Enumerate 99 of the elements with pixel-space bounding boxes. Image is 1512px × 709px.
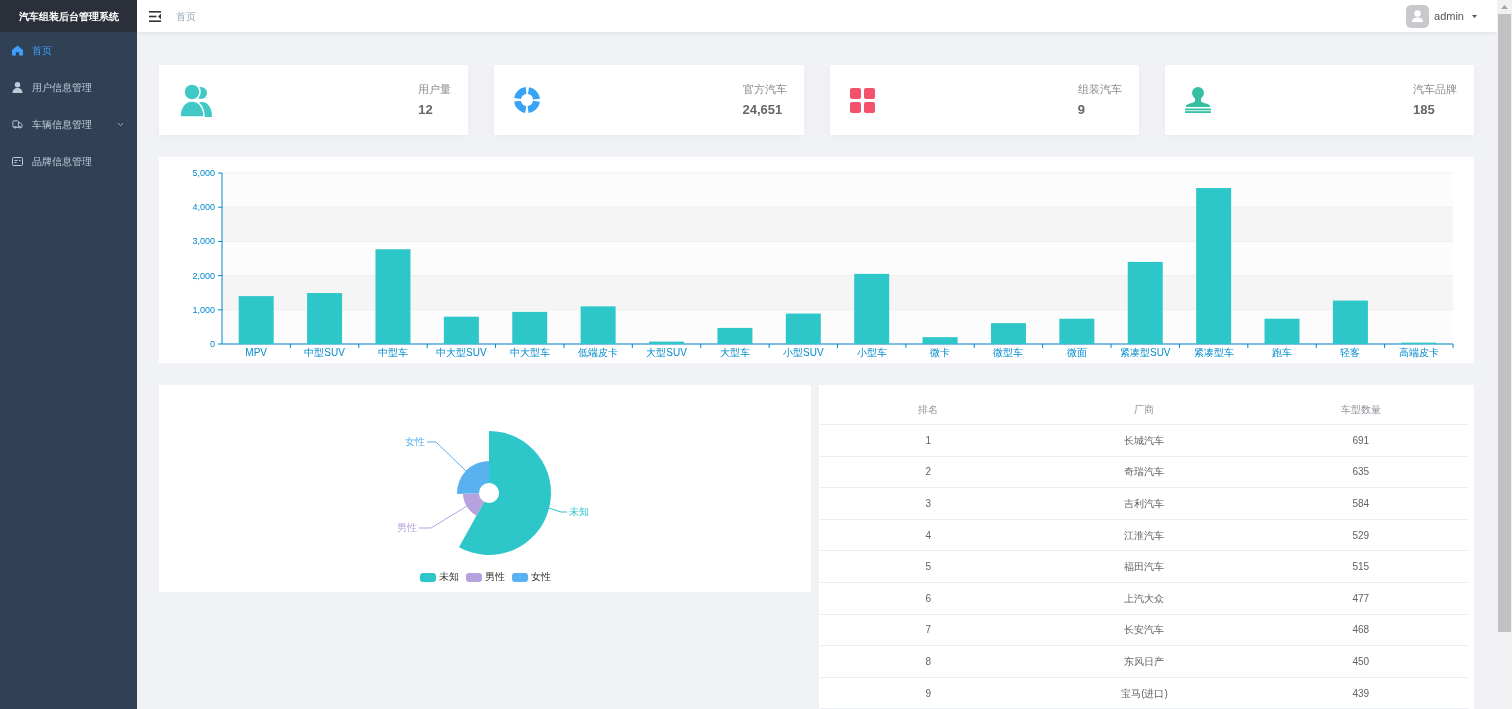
- stat-value: 185: [1413, 102, 1435, 118]
- x-category-label: 微型车: [993, 347, 1024, 358]
- table-cell-text: 8: [925, 654, 931, 669]
- table-cell-text: 奇瑞汽车: [1124, 465, 1165, 480]
- app-title: 汽车组装后台管理系统: [18, 9, 119, 24]
- sidebar-item[interactable]: 品牌信息管理: [0, 143, 137, 180]
- y-tick-label: 3,000: [192, 236, 215, 247]
- sidebar-item[interactable]: 用户信息管理: [0, 69, 137, 106]
- table-cell-text: 吉利汽车: [1124, 497, 1165, 511]
- table-cell-text: 584: [1352, 497, 1370, 511]
- bar: [922, 337, 958, 344]
- stat-label: 组装汽车: [1077, 82, 1122, 96]
- table-cell-text: 6: [925, 591, 931, 606]
- table-cell-text: 东风日产: [1124, 654, 1165, 669]
- legend-label: 男性: [484, 571, 505, 583]
- legend-label: 女性: [530, 571, 551, 583]
- chevron-down-icon: [116, 120, 125, 129]
- avatar-icon[interactable]: [1406, 4, 1430, 28]
- menu-icon[interactable]: [149, 10, 161, 22]
- table-cell-text: 1: [925, 433, 931, 448]
- table-cell-text: 7: [925, 623, 931, 638]
- table-header-cell-text: 车型数量: [1340, 403, 1381, 417]
- x-category-label: 小型SUV: [783, 347, 824, 358]
- x-category-label: 微面: [1066, 347, 1087, 358]
- caret-down-icon: [1472, 14, 1477, 18]
- x-category-label: 大型车: [719, 347, 750, 358]
- bar: [990, 323, 1026, 344]
- x-category-label: 紧凑型SUV: [1119, 347, 1171, 358]
- x-category-label: 中型车: [377, 347, 408, 358]
- user-dropdown[interactable]: admin: [1434, 7, 1477, 25]
- bar: [1059, 318, 1095, 344]
- sidebar-item[interactable]: 首页: [0, 32, 137, 69]
- bar: [307, 293, 343, 344]
- x-category-label: 紧凑型车: [1193, 347, 1234, 358]
- stat-value: 9: [1077, 102, 1085, 118]
- bar: [238, 296, 274, 344]
- scrollbar[interactable]: [1497, 0, 1512, 709]
- table-cell-text: 长城汽车: [1124, 433, 1165, 448]
- x-category-label: 低端皮卡: [578, 347, 619, 358]
- bar: [580, 306, 616, 344]
- leader-line: [418, 505, 468, 529]
- scrollbar-thumb[interactable]: [1498, 14, 1511, 632]
- y-tick-label: 2,000: [192, 270, 215, 281]
- table-cell-text: 上汽大众: [1124, 591, 1165, 606]
- breadcrumb-item: 首页: [176, 9, 196, 24]
- table-cell-text: 3: [925, 497, 931, 511]
- x-category-label: 中大型车: [509, 347, 550, 358]
- table-cell-text: 宝马(进口): [1121, 686, 1168, 701]
- slice-label: 女性: [405, 436, 425, 447]
- table-cell-text: 439: [1352, 686, 1370, 701]
- x-category-label: MPV: [245, 347, 268, 358]
- table-cell-text: 515: [1352, 560, 1370, 575]
- sidebar-item[interactable]: 车辆信息管理: [0, 106, 137, 143]
- x-category-label: 大型SUV: [646, 347, 687, 358]
- x-category-label: 小型车: [856, 347, 887, 358]
- table-header-cell-text: 厂商: [1134, 403, 1155, 417]
- bar: [1332, 300, 1368, 344]
- x-category-label: 中大型SUV: [436, 347, 487, 358]
- slice-label: 未知: [569, 506, 589, 517]
- table-cell-text: 477: [1352, 591, 1370, 606]
- x-category-label: 轻客: [1340, 347, 1361, 358]
- y-tick-label: 4,000: [192, 202, 215, 213]
- x-category-label: 中型SUV: [304, 347, 345, 358]
- table-cell-text: 450: [1352, 654, 1370, 669]
- home-icon: [12, 45, 23, 56]
- leader-line: [548, 507, 568, 513]
- x-category-label: 跑车: [1272, 347, 1293, 358]
- y-tick-label: 0: [210, 339, 215, 349]
- leader-line: [426, 441, 467, 472]
- stat-label: 官方汽车: [742, 82, 787, 96]
- table-cell-text: 江淮汽车: [1124, 528, 1165, 543]
- table-cell-text: 635: [1352, 465, 1370, 480]
- stat-value: 24,651: [742, 102, 783, 118]
- table-cell-text: 5: [925, 560, 931, 575]
- user-icon: [12, 82, 23, 93]
- stat-label: 用户量: [418, 82, 452, 96]
- x-category-label: 高端皮卡: [1398, 347, 1439, 358]
- table-cell-text: 691: [1352, 433, 1370, 448]
- stat-label: 汽车品牌: [1413, 82, 1457, 96]
- truck-icon: [12, 119, 23, 130]
- bar: [512, 311, 548, 344]
- bar: [649, 341, 685, 344]
- table-cell-text: 529: [1352, 528, 1370, 543]
- table-header-cell-text: 排名: [918, 403, 939, 417]
- scroll-up-arrow-icon[interactable]: [1501, 5, 1508, 9]
- y-tick-label: 1,000: [192, 304, 215, 315]
- table-cell-text: 长安汽车: [1124, 623, 1165, 638]
- bar: [854, 273, 890, 344]
- table-cell-text: 福田汽车: [1124, 560, 1165, 575]
- table-cell-text: 9: [925, 686, 931, 701]
- slice-label: 男性: [397, 522, 417, 533]
- table-cell-text: 2: [925, 465, 931, 480]
- stat-value: 12: [418, 102, 433, 118]
- table-cell-text: 4: [925, 528, 931, 543]
- x-category-label: 微卡: [930, 347, 951, 358]
- legend-label: 未知: [438, 571, 459, 583]
- id-card-icon: [12, 157, 23, 166]
- table-cell-text: 468: [1352, 623, 1370, 638]
- y-tick-label: 5,000: [192, 168, 215, 178]
